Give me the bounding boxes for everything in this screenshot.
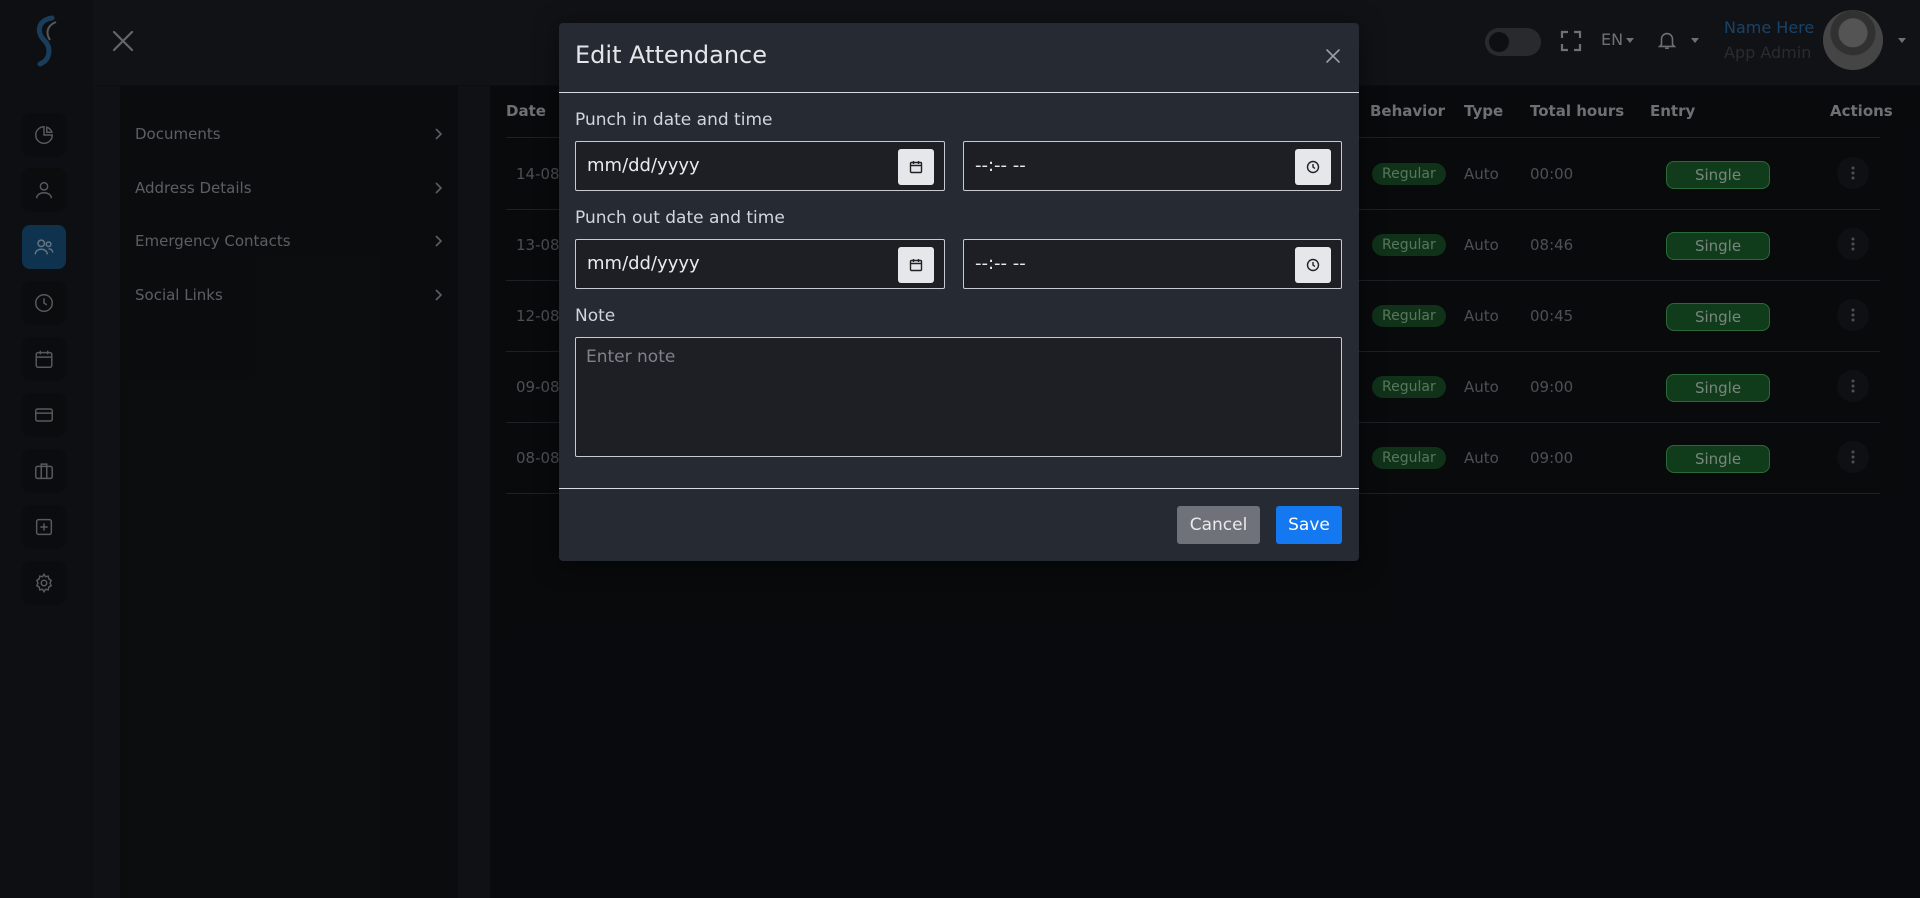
punch-in-date-value: mm/dd/yyyy [587,155,700,176]
punch-in-time-input[interactable]: --:-- -- [963,141,1342,191]
punch-out-date-input[interactable]: mm/dd/yyyy [575,239,945,289]
punch-out-label: Punch out date and time [575,208,785,228]
calendar-picker-button[interactable] [898,247,934,283]
edit-attendance-modal: Edit Attendance Punch in date and time m… [559,23,1359,561]
calendar-icon [909,161,923,174]
note-textarea[interactable]: Enter note [575,337,1342,457]
punch-in-label: Punch in date and time [575,110,773,130]
punch-out-time-input[interactable]: --:-- -- [963,239,1342,289]
punch-in-time-value: --:-- -- [975,155,1026,176]
punch-out-time-value: --:-- -- [975,253,1026,274]
clock-icon [1306,258,1320,272]
calendar-icon [909,259,923,272]
cancel-button[interactable]: Cancel [1177,506,1260,544]
save-button[interactable]: Save [1276,506,1342,544]
clock-icon [1306,160,1320,174]
time-picker-button[interactable] [1295,247,1331,283]
calendar-picker-button[interactable] [898,149,934,185]
modal-header: Edit Attendance [559,23,1359,93]
punch-out-date-value: mm/dd/yyyy [587,253,700,274]
punch-in-date-input[interactable]: mm/dd/yyyy [575,141,945,191]
time-picker-button[interactable] [1295,149,1331,185]
close-icon[interactable] [1321,44,1345,68]
note-label: Note [575,306,616,326]
modal-footer: Cancel Save [559,488,1359,561]
modal-title: Edit Attendance [575,41,768,69]
note-placeholder: Enter note [586,347,676,367]
